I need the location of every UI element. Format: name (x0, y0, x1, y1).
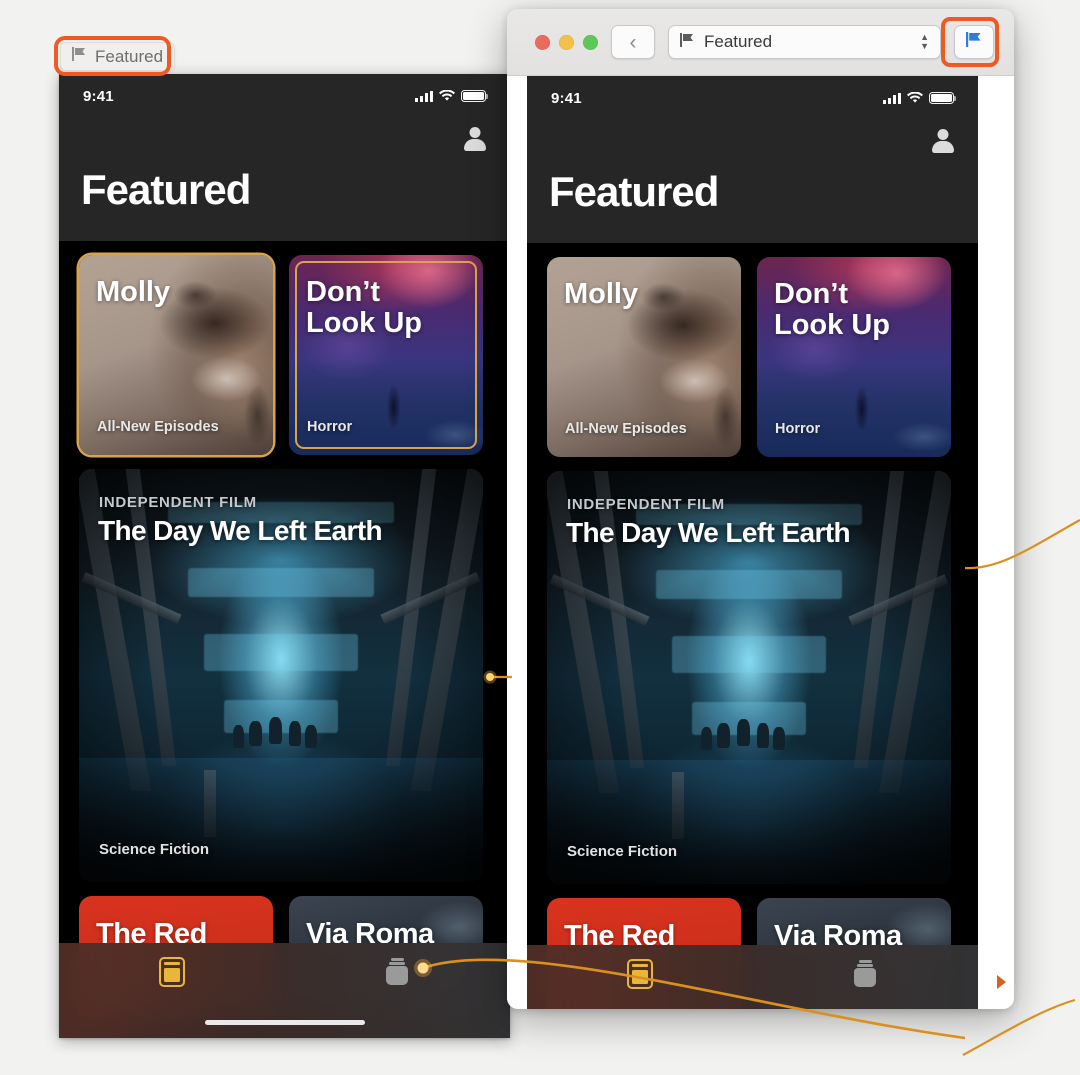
cellular-signal-icon (415, 90, 433, 102)
hero-caption: Science Fiction (99, 841, 210, 858)
chevron-updown-icon[interactable]: ▲ ▼ (920, 33, 929, 51)
person-icon (462, 127, 488, 153)
ios-header-left: 9:41 Featured (59, 74, 510, 241)
featured-pill-label: Featured (95, 46, 164, 66)
hero-eyebrow: INDEPENDENT FILM (99, 494, 257, 511)
popup-selected-value: Featured (704, 32, 773, 51)
cellular-signal-icon (883, 92, 901, 104)
traffic-lights (535, 34, 598, 50)
tab-bar-right (527, 945, 978, 1009)
hero-eyebrow: INDEPENDENT FILM (567, 496, 725, 513)
status-bar-right: 9:41 (527, 76, 978, 116)
store-bag-icon (384, 957, 410, 987)
page-title-left: Featured (81, 166, 251, 213)
wifi-icon (907, 92, 923, 104)
screenshot-root: 9:41 Featured Molly All-New Episodes Don… (0, 0, 1080, 1075)
minimize-button[interactable] (559, 34, 574, 50)
status-time: 9:41 (83, 87, 114, 105)
close-button[interactable] (535, 34, 550, 50)
hero-title: The Day We Left Earth (566, 517, 851, 548)
window-body: 9:41 Featured Molly All-New Episodes Don… (507, 76, 1014, 1009)
person-icon (930, 129, 956, 155)
content-right: Molly All-New Episodes Don’t Look Up Hor… (527, 243, 978, 1009)
watch-now-icon (158, 957, 185, 987)
battery-icon (461, 90, 489, 102)
flag-toolbar-button[interactable] (954, 25, 994, 59)
tab-store-left[interactable] (285, 943, 511, 987)
window-titlebar: ‹ Featured ▲ ▼ (507, 9, 1014, 76)
featured-popup-button[interactable]: Featured ▲ ▼ (668, 25, 941, 59)
account-button-right[interactable] (527, 116, 978, 168)
card-caption: All-New Episodes (565, 421, 687, 437)
mac-window: ‹ Featured ▲ ▼ 9:41 Featured Molly All-N… (507, 9, 1014, 1009)
flag-icon (680, 32, 695, 52)
card-title: Don’t Look Up (774, 278, 890, 341)
top-cards-row-right: Molly All-New Episodes Don’t Look Up Hor… (547, 257, 958, 457)
tab-watch-now-right[interactable] (527, 945, 753, 989)
card-dont-look-up-right[interactable]: Don’t Look Up Horror (757, 257, 951, 457)
store-bag-icon (852, 959, 878, 989)
card-dont-look-up-left[interactable]: Don’t Look Up Horror (289, 255, 483, 455)
right-phone-preview: 9:41 Featured Molly All-New Episodes Don… (527, 76, 978, 1009)
status-time: 9:41 (551, 89, 582, 107)
flag-icon (72, 47, 87, 66)
card-molly-right[interactable]: Molly All-New Episodes (547, 257, 741, 457)
ios-header-right: 9:41 Featured (527, 76, 978, 243)
top-cards-row-left: Molly All-New Episodes Don’t Look Up Hor… (79, 255, 490, 455)
tab-bar-left (59, 943, 510, 1038)
battery-icon (929, 92, 957, 104)
featured-pill[interactable]: Featured (60, 42, 176, 71)
account-button-left[interactable] (59, 114, 510, 166)
tab-store-right[interactable] (753, 945, 979, 989)
card-title: Molly (96, 276, 171, 308)
card-caption: Horror (307, 419, 353, 435)
hero-caption: Science Fiction (567, 843, 678, 860)
watch-now-icon (626, 959, 653, 989)
wifi-icon (439, 90, 455, 102)
hero-title: The Day We Left Earth (98, 515, 383, 546)
card-molly-left[interactable]: Molly All-New Episodes (79, 255, 273, 455)
hero-card-left[interactable]: INDEPENDENT FILM The Day We Left Earth S… (79, 469, 483, 882)
card-title: Molly (564, 278, 639, 310)
flag-icon (965, 32, 983, 52)
card-title: Don’t Look Up (306, 276, 422, 339)
left-phone-preview: 9:41 Featured Molly All-New Episodes Don… (59, 74, 510, 1038)
back-button[interactable]: ‹ (611, 25, 655, 59)
status-bar-left: 9:41 (59, 74, 510, 114)
tab-watch-now-left[interactable] (59, 943, 285, 987)
chevron-left-icon: ‹ (629, 30, 637, 54)
zoom-button[interactable] (583, 34, 598, 50)
card-caption: All-New Episodes (97, 419, 219, 435)
hero-card-right[interactable]: INDEPENDENT FILM The Day We Left Earth S… (547, 471, 951, 884)
page-title-right: Featured (549, 168, 719, 215)
card-caption: Horror (775, 421, 821, 437)
content-left: Molly All-New Episodes Don’t Look Up Hor… (59, 241, 510, 1038)
home-indicator-left (204, 1020, 365, 1025)
